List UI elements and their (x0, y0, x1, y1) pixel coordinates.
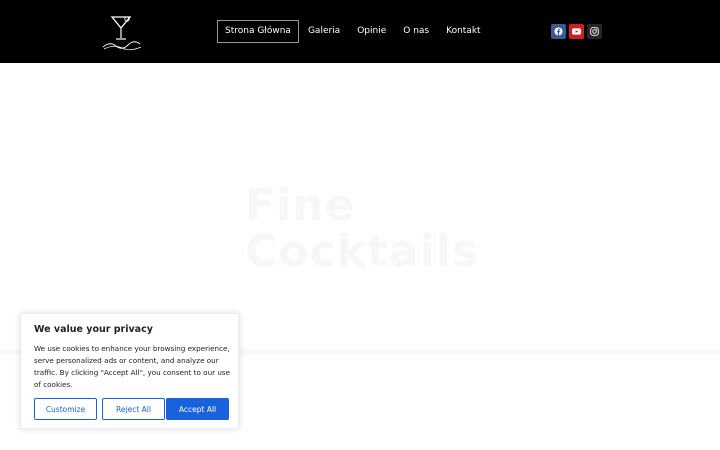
nav-item-opinie[interactable]: Opinie (349, 20, 394, 43)
youtube-icon (572, 28, 581, 35)
nav-item-kontakt[interactable]: Kontakt (438, 20, 488, 43)
social-links (551, 24, 602, 39)
facebook-icon (554, 27, 563, 36)
hero-title: Fine Cocktails (245, 180, 479, 277)
nav-item-strona-glowna[interactable]: Strona Główna (217, 20, 299, 43)
cookie-banner-text: We use cookies to enhance your browsing … (34, 344, 231, 389)
cookie-banner-title: We value your privacy (34, 324, 153, 335)
instagram-button[interactable] (587, 24, 602, 39)
accept-all-button[interactable]: Accept All (166, 398, 229, 420)
main-navigation: Strona Główna Galeria Opinie O nas Konta… (217, 20, 490, 43)
facebook-button[interactable] (551, 24, 566, 39)
youtube-button[interactable] (569, 24, 584, 39)
instagram-icon (590, 27, 599, 36)
nav-item-galeria[interactable]: Galeria (300, 20, 348, 43)
site-header: Strona Główna Galeria Opinie O nas Konta… (0, 0, 720, 63)
nav-item-o-nas[interactable]: O nas (395, 20, 437, 43)
reject-all-button[interactable]: Reject All (102, 398, 165, 420)
cookie-consent-banner: We value your privacy We use cookies to … (20, 313, 239, 429)
cocktail-glass-icon (102, 16, 142, 51)
site-logo[interactable] (100, 13, 144, 53)
customize-button[interactable]: Customize (34, 398, 97, 420)
